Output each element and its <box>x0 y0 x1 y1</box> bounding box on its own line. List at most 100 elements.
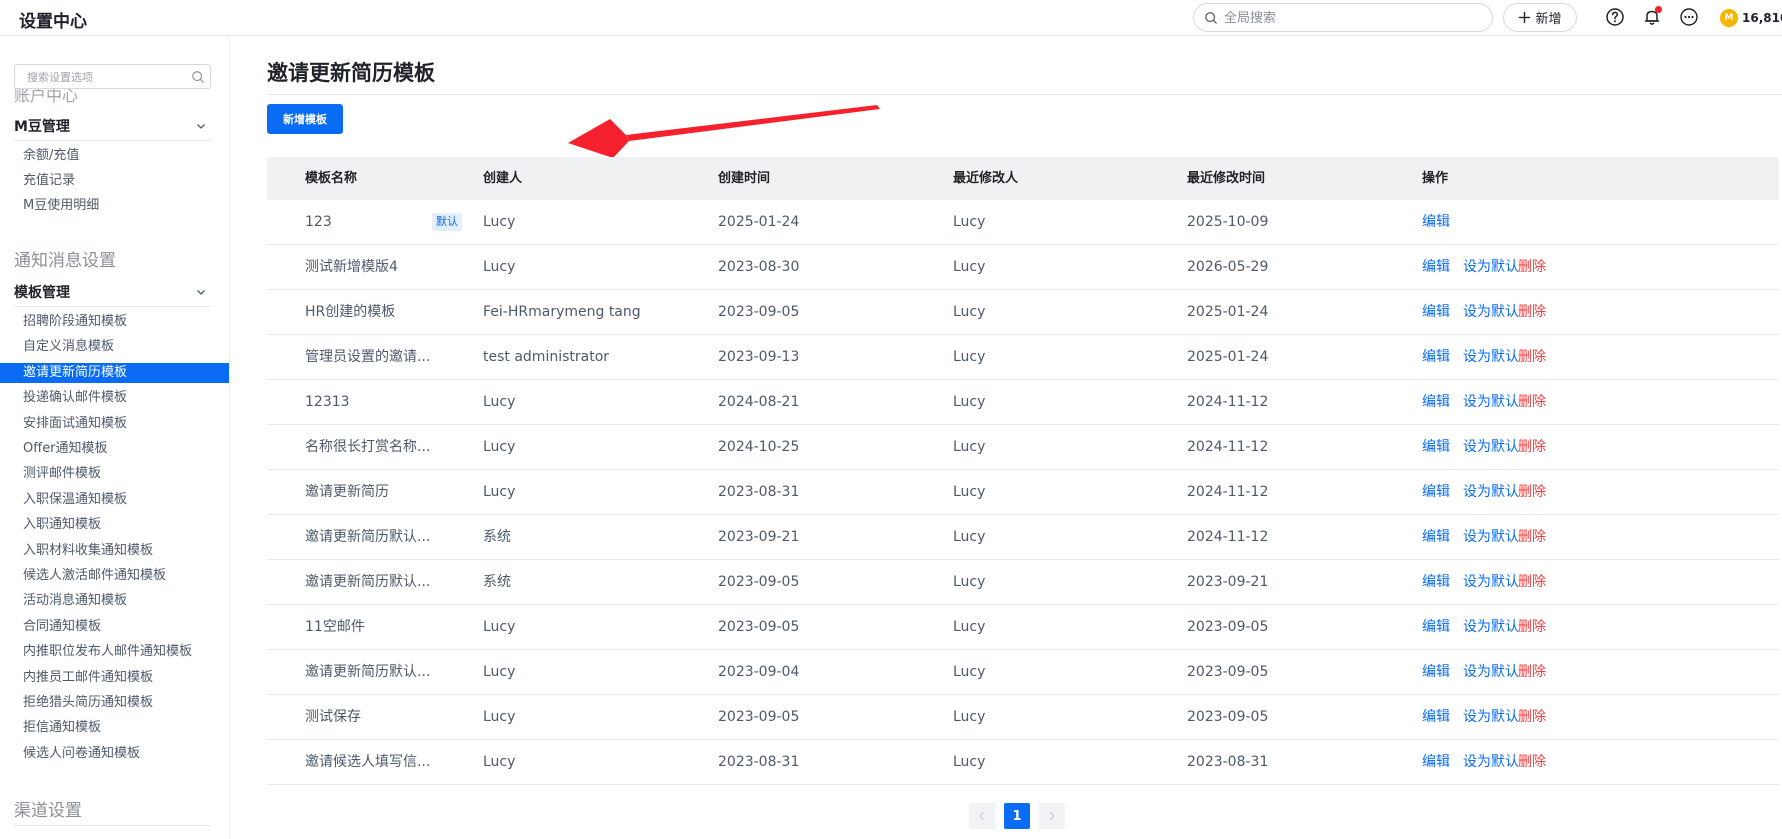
edit-link[interactable]: 编辑 <box>1422 470 1450 515</box>
sidebar-item-template[interactable]: 招聘阶段通知模板 <box>0 312 229 332</box>
sidebar-item-template[interactable]: 安排面试通知模板 <box>0 414 229 434</box>
top-bar: 设置中心 新增 <box>0 0 1782 36</box>
edit-link[interactable]: 编辑 <box>1422 200 1450 245</box>
global-search-box[interactable] <box>1193 3 1493 32</box>
sidebar-item-template[interactable]: 候选人激活邮件通知模板 <box>0 566 229 586</box>
delete-link[interactable]: 删除 <box>1518 470 1546 515</box>
set-default-link[interactable]: 设为默认 <box>1463 605 1519 650</box>
sidebar-item-template[interactable]: 拒绝猎头简历通知模板 <box>0 693 229 713</box>
group-divider <box>14 140 211 141</box>
set-default-link[interactable]: 设为默认 <box>1463 335 1519 380</box>
column-header-modified: 最近修改时间 <box>1187 171 1266 186</box>
sidebar-item-template[interactable]: Offer通知模板 <box>0 439 229 459</box>
sidebar-item-template[interactable]: 投递确认邮件模板 <box>0 388 229 408</box>
set-default-link[interactable]: 设为默认 <box>1463 425 1519 470</box>
cell-created-time: 2025-01-24 <box>718 214 800 230</box>
set-default-link[interactable]: 设为默认 <box>1463 515 1519 560</box>
sidebar-item-template[interactable]: 邀请更新简历模板 <box>0 362 229 383</box>
sidebar-group-templates[interactable]: 模板管理 <box>14 281 211 303</box>
cell-creator: 系统 <box>483 574 511 590</box>
set-default-link[interactable]: 设为默认 <box>1463 740 1519 785</box>
set-default-link[interactable]: 设为默认 <box>1463 560 1519 605</box>
sidebar-item-template[interactable]: 候选人问卷通知模板 <box>0 744 229 764</box>
set-default-link[interactable]: 设为默认 <box>1463 695 1519 740</box>
cell-template-name: 管理员设置的邀请... <box>305 349 431 365</box>
sidebar-group-m-bean[interactable]: M豆管理 <box>14 115 211 137</box>
sidebar-search-input[interactable] <box>27 69 187 85</box>
sidebar-item-balance[interactable]: 余额/充值 <box>0 146 229 166</box>
delete-link[interactable]: 删除 <box>1518 335 1546 380</box>
delete-link[interactable]: 删除 <box>1518 605 1546 650</box>
cell-modified-time: 2024-11-12 <box>1187 439 1269 455</box>
delete-link[interactable]: 删除 <box>1518 515 1546 560</box>
more-icon[interactable] <box>1679 7 1699 27</box>
add-template-button[interactable]: 新增模板 <box>267 104 343 134</box>
set-default-link[interactable]: 设为默认 <box>1463 650 1519 695</box>
help-icon[interactable] <box>1605 7 1625 27</box>
edit-link[interactable]: 编辑 <box>1422 425 1450 470</box>
cell-modified-time: 2023-09-05 <box>1187 619 1269 635</box>
sidebar-item-m-bean-details[interactable]: M豆使用明细 <box>0 196 229 216</box>
sidebar-item-template[interactable]: 入职保温通知模板 <box>0 490 229 510</box>
set-default-link[interactable]: 设为默认 <box>1463 380 1519 425</box>
sidebar-item-template[interactable]: 活动消息通知模板 <box>0 591 229 611</box>
sidebar-item-template[interactable]: 自定义消息模板 <box>0 337 229 357</box>
group-divider <box>14 825 211 826</box>
cell-template-name: 邀请更新简历默认... <box>305 664 431 680</box>
set-default-link[interactable]: 设为默认 <box>1463 470 1519 515</box>
edit-link[interactable]: 编辑 <box>1422 515 1450 560</box>
table-header: 模板名称 创建人 创建时间 最近修改人 最近修改时间 操作 <box>267 157 1779 200</box>
delete-link[interactable]: 删除 <box>1518 245 1546 290</box>
set-default-link[interactable]: 设为默认 <box>1463 245 1519 290</box>
edit-link[interactable]: 编辑 <box>1422 335 1450 380</box>
sidebar: 账户中心 M豆管理 余额/充值 充值记录 M豆使用明细 通知消息设置 模板管理 <box>0 44 229 839</box>
edit-link[interactable]: 编辑 <box>1422 290 1450 335</box>
cell-creator: Lucy <box>483 664 516 680</box>
prev-page-button[interactable] <box>969 803 995 829</box>
cell-creator: Lucy <box>483 484 516 500</box>
sidebar-search-box[interactable] <box>14 64 211 89</box>
edit-link[interactable]: 编辑 <box>1422 605 1450 650</box>
cell-creator: 系统 <box>483 529 511 545</box>
cell-created-time: 2023-09-21 <box>718 529 800 545</box>
next-page-button[interactable] <box>1039 803 1065 829</box>
delete-link[interactable]: 删除 <box>1518 695 1546 740</box>
sidebar-item-template[interactable]: 测评邮件模板 <box>0 464 229 484</box>
edit-link[interactable]: 编辑 <box>1422 560 1450 605</box>
cell-modifier: Lucy <box>953 304 986 320</box>
sidebar-item-template[interactable]: 入职通知模板 <box>0 515 229 535</box>
sidebar-item-template[interactable]: 内推职位发布人邮件通知模板 <box>0 642 229 662</box>
edit-link[interactable]: 编辑 <box>1422 695 1450 740</box>
cell-modifier: Lucy <box>953 259 986 275</box>
delete-link[interactable]: 删除 <box>1518 380 1546 425</box>
sidebar-item-template[interactable]: 内推员工邮件通知模板 <box>0 668 229 688</box>
cell-created-time: 2023-09-13 <box>718 349 800 365</box>
global-search-input[interactable] <box>1224 8 1484 28</box>
delete-link[interactable]: 删除 <box>1518 425 1546 470</box>
cell-modifier: Lucy <box>953 439 986 455</box>
delete-link[interactable]: 删除 <box>1518 290 1546 335</box>
set-default-link[interactable]: 设为默认 <box>1463 290 1519 335</box>
sidebar-item-recharge-records[interactable]: 充值记录 <box>0 171 229 191</box>
app-title: 设置中心 <box>19 12 87 32</box>
edit-link[interactable]: 编辑 <box>1422 650 1450 695</box>
sidebar-item-template[interactable]: 拒信通知模板 <box>0 718 229 738</box>
coin-balance[interactable]: M 16,810 <box>1720 8 1782 28</box>
sidebar-item-template[interactable]: 入职材料收集通知模板 <box>0 541 229 561</box>
delete-link[interactable]: 删除 <box>1518 650 1546 695</box>
edit-link[interactable]: 编辑 <box>1422 380 1450 425</box>
notification-bell[interactable] <box>1642 6 1662 27</box>
cell-creator: Lucy <box>483 259 516 275</box>
delete-link[interactable]: 删除 <box>1518 740 1546 785</box>
delete-link[interactable]: 删除 <box>1518 560 1546 605</box>
page-number-current[interactable]: 1 <box>1004 803 1030 829</box>
sidebar-item-template[interactable]: 合同通知模板 <box>0 617 229 637</box>
cell-modifier: Lucy <box>953 529 986 545</box>
new-button[interactable]: 新增 <box>1503 3 1577 32</box>
table-row: 11空邮件 Lucy 2023-09-05 Lucy 2023-09-05 编辑 设为默认删… <box>267 605 1779 650</box>
edit-link[interactable]: 编辑 <box>1422 245 1450 290</box>
chevron-down-icon <box>197 124 205 129</box>
edit-link[interactable]: 编辑 <box>1422 740 1450 785</box>
pagination: 1 <box>969 803 1065 829</box>
coin-icon: M <box>1720 9 1738 27</box>
